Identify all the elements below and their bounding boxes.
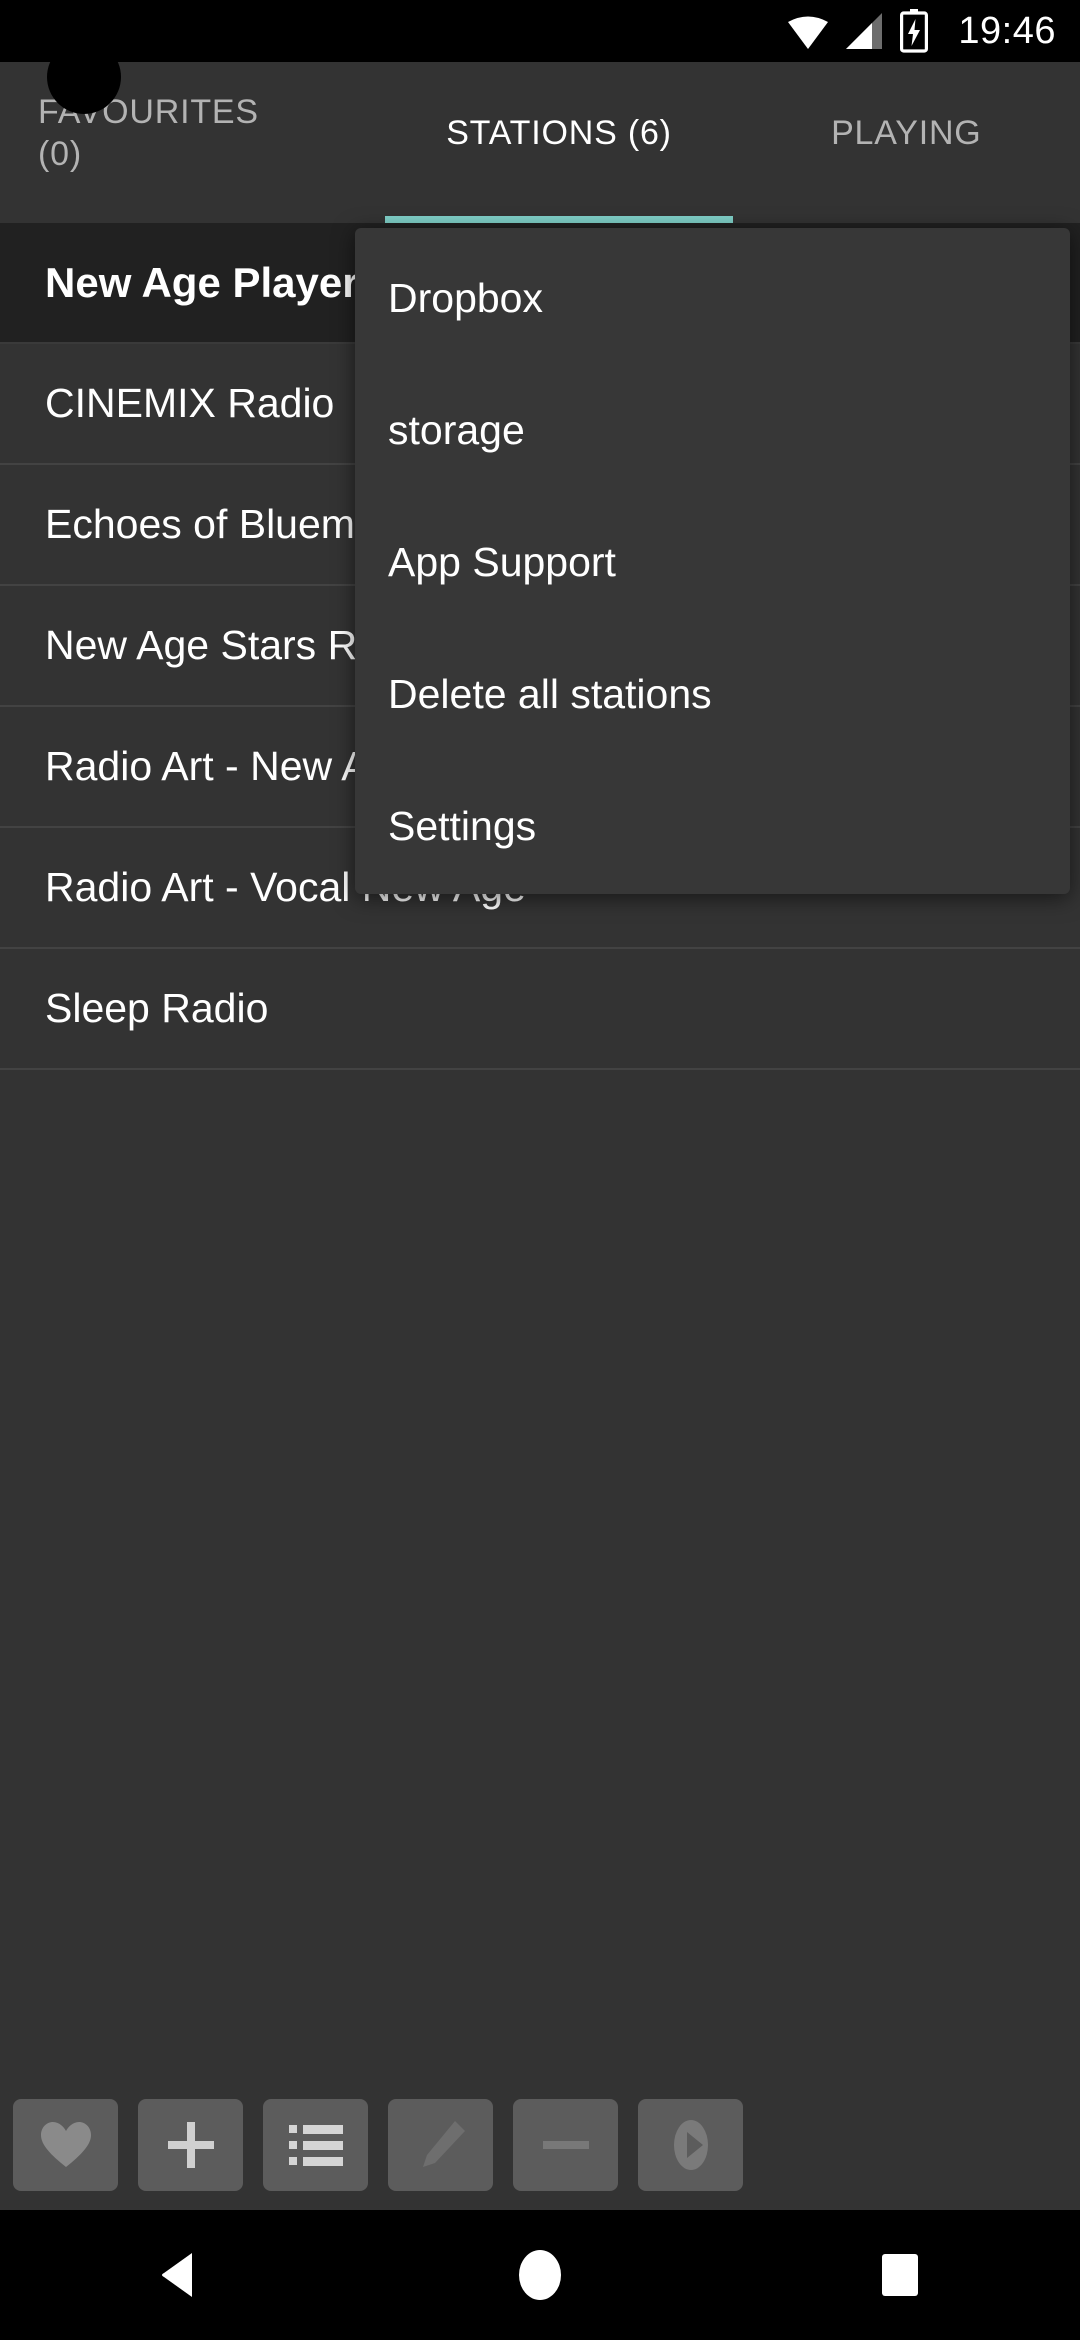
heart-icon — [40, 2122, 91, 2167]
plus-icon — [167, 2122, 214, 2168]
station-name: CINEMIX Radio — [45, 380, 335, 426]
remove-station-button[interactable] — [513, 2099, 618, 2191]
status-bar-clock: 19:46 — [958, 10, 1056, 52]
tab-bar: FAVOURITES (0) STATIONS (6) PLAYING — [0, 62, 1080, 223]
menu-item-label: Settings — [388, 802, 537, 849]
status-bar: 19:46 — [0, 0, 1080, 62]
menu-item-label: storage — [388, 406, 525, 453]
edit-button[interactable] — [388, 2099, 493, 2191]
status-bar-icons: 19:46 — [786, 9, 1056, 53]
android-nav-bar — [0, 2210, 1080, 2340]
bottom-toolbar — [0, 2080, 1080, 2210]
add-station-button[interactable] — [138, 2099, 243, 2191]
tab-stations[interactable]: STATIONS (6) — [385, 62, 733, 223]
menu-item-storage[interactable]: storage — [355, 364, 1070, 496]
menu-item-label: App Support — [388, 538, 616, 585]
menu-item-dropbox[interactable]: Dropbox — [355, 232, 1070, 364]
home-circle-icon — [519, 2250, 561, 2300]
app-screen: 19:46 FAVOURITES (0) STATIONS (6) PLAYIN… — [0, 0, 1080, 2340]
nav-home-button[interactable] — [480, 2210, 600, 2340]
recents-square-icon — [882, 2254, 918, 2296]
nav-recents-button[interactable] — [840, 2210, 960, 2340]
minus-icon — [542, 2141, 589, 2149]
menu-item-label: Delete all stations — [388, 670, 712, 717]
favourite-button[interactable] — [13, 2099, 118, 2191]
camera-notch — [47, 40, 121, 114]
back-triangle-icon — [162, 2253, 192, 2297]
menu-item-settings[interactable]: Settings — [355, 760, 1070, 892]
station-name: Sleep Radio — [45, 985, 269, 1031]
table-row[interactable]: Sleep Radio — [0, 949, 1080, 1070]
menu-item-app-support[interactable]: App Support — [355, 496, 1070, 628]
tab-playing[interactable]: PLAYING — [733, 62, 1080, 223]
battery-charging-icon — [900, 9, 929, 53]
menu-item-delete-all-stations[interactable]: Delete all stations — [355, 628, 1070, 760]
menu-item-label: Dropbox — [388, 274, 543, 321]
tab-playing-label: PLAYING — [831, 113, 982, 152]
nav-back-button[interactable] — [120, 2210, 240, 2340]
list-button[interactable] — [263, 2099, 368, 2191]
cellular-signal-icon — [846, 13, 883, 49]
tab-stations-label: STATIONS (6) — [446, 113, 672, 152]
overflow-menu[interactable]: Dropbox storage App Support Delete all s… — [355, 228, 1070, 894]
pencil-icon — [422, 2121, 465, 2167]
list-icon — [288, 2125, 343, 2166]
play-button[interactable] — [638, 2099, 743, 2191]
list-empty-area — [0, 1070, 1080, 2080]
wifi-icon — [788, 16, 829, 49]
play-icon — [673, 2120, 708, 2170]
tab-active-indicator — [385, 216, 733, 223]
